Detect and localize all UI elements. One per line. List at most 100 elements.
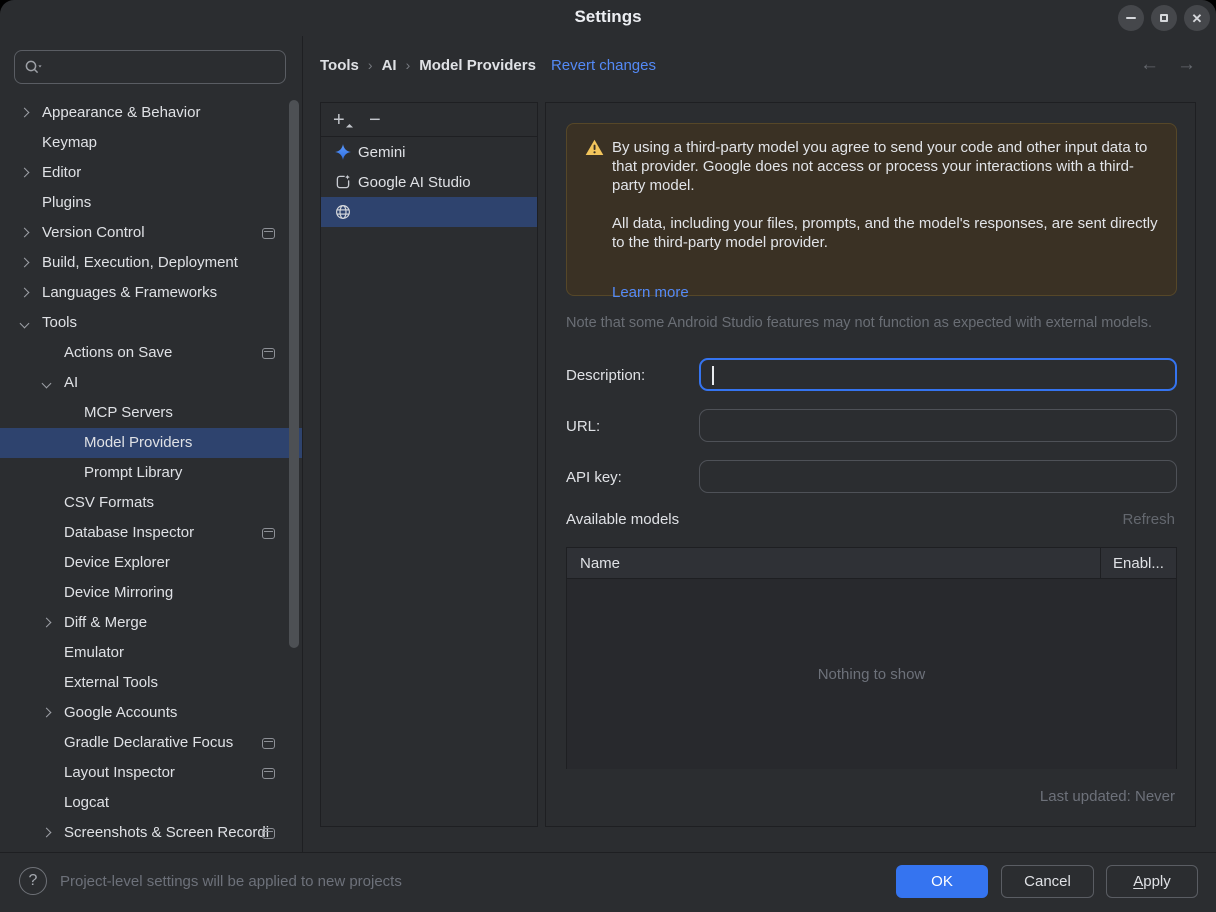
project-settings-badge-icon [262, 768, 275, 779]
warning-paragraph-1: By using a third-party model you agree t… [612, 138, 1167, 195]
sidebar-item-label: Editor [42, 164, 81, 181]
sidebar-item-device-explorer[interactable]: Device Explorer [0, 548, 303, 578]
empty-state-text: Nothing to show [818, 666, 926, 683]
search-input[interactable] [46, 59, 285, 75]
sidebar-item-prompt-library[interactable]: Prompt Library [0, 458, 303, 488]
sidebar-item-label: MCP Servers [84, 404, 173, 421]
settings-search[interactable] [14, 50, 286, 84]
provider-label: Google AI Studio [358, 174, 471, 191]
sidebar-item-mcp-servers[interactable]: MCP Servers [0, 398, 303, 428]
forward-arrow-icon[interactable]: → [1177, 54, 1196, 76]
sidebar-item-build-execution-deployment[interactable]: Build, Execution, Deployment [0, 248, 303, 278]
column-header-name[interactable]: Name [567, 548, 1100, 578]
models-table-header: Name Enabl... [567, 548, 1176, 579]
sidebar-item-version-control[interactable]: Version Control [0, 218, 303, 248]
sidebar-item-tools[interactable]: Tools [0, 308, 303, 338]
sidebar-item-label: Languages & Frameworks [42, 284, 217, 301]
maximize-button[interactable] [1151, 5, 1177, 31]
sidebar-item-layout-inspector[interactable]: Layout Inspector [0, 758, 303, 788]
breadcrumb-tools[interactable]: Tools [320, 57, 359, 74]
project-settings-badge-icon [262, 348, 275, 359]
description-input[interactable] [699, 358, 1177, 391]
sidebar-item-actions-on-save[interactable]: Actions on Save [0, 338, 303, 368]
add-provider-button[interactable]: + [333, 110, 355, 130]
available-models-label: Available models [566, 511, 679, 528]
learn-more-link[interactable]: Learn more [612, 284, 689, 301]
sidebar-item-editor[interactable]: Editor [0, 158, 303, 188]
cancel-button[interactable]: Cancel [1001, 865, 1094, 898]
close-icon: ✕ [1192, 12, 1203, 25]
sidebar-item-google-accounts[interactable]: Google Accounts [0, 698, 303, 728]
apply-button[interactable]: Apply [1106, 865, 1198, 898]
url-label: URL: [566, 418, 600, 435]
provider-detail-panel: By using a third-party model you agree t… [545, 102, 1196, 827]
project-settings-badge-icon [262, 828, 275, 839]
sidebar-item-plugins[interactable]: Plugins [0, 188, 303, 218]
sidebar-item-label: Plugins [42, 194, 91, 211]
column-header-enabled[interactable]: Enabl... [1100, 548, 1176, 578]
warning-icon [585, 139, 604, 161]
project-settings-badge-icon [262, 528, 275, 539]
sidebar-item-gradle-declarative-focus[interactable]: Gradle Declarative Focus [0, 728, 303, 758]
dialog-footer: ? Project-level settings will be applied… [0, 852, 1216, 912]
back-arrow-icon[interactable]: ← [1140, 54, 1159, 76]
sidebar-item-label: AI [64, 374, 78, 391]
sidebar-item-label: Emulator [64, 644, 124, 661]
sidebar-item-label: Keymap [42, 134, 97, 151]
minimize-button[interactable] [1118, 5, 1144, 31]
sidebar-item-label: CSV Formats [64, 494, 154, 511]
close-button[interactable]: ✕ [1184, 5, 1210, 31]
chevron-down-icon [42, 379, 52, 389]
third-party-warning-banner: By using a third-party model you agree t… [566, 123, 1177, 296]
gemini-sparkle-icon [333, 143, 352, 162]
breadcrumb-model-providers[interactable]: Model Providers [419, 57, 536, 74]
revert-changes-link[interactable]: Revert changes [551, 57, 656, 74]
sidebar-scrollbar[interactable] [289, 100, 299, 648]
sidebar-item-database-inspector[interactable]: Database Inspector [0, 518, 303, 548]
sidebar-item-keymap[interactable]: Keymap [0, 128, 303, 158]
history-nav: ← → [1140, 54, 1210, 76]
ok-button[interactable]: OK [896, 865, 988, 898]
sidebar-item-ai[interactable]: AI [0, 368, 303, 398]
sidebar-item-label: Gradle Declarative Focus [64, 734, 233, 751]
provider-item-gemini[interactable]: Gemini [321, 137, 537, 167]
sidebar-item-label: Device Explorer [64, 554, 170, 571]
help-button[interactable]: ? [19, 867, 47, 895]
footer-message: Project-level settings will be applied t… [60, 873, 402, 890]
sidebar-item-label: Logcat [64, 794, 109, 811]
settings-sidebar: Appearance & Behavior Keymap Editor Plug… [0, 36, 303, 852]
sidebar-item-appearance-behavior[interactable]: Appearance & Behavior [0, 98, 303, 128]
sidebar-item-csv-formats[interactable]: CSV Formats [0, 488, 303, 518]
external-models-note: Note that some Android Studio features m… [566, 315, 1152, 331]
warning-paragraph-2: All data, including your files, prompts,… [612, 214, 1167, 252]
chevron-right-icon [20, 258, 30, 268]
chevron-right-icon [20, 228, 30, 238]
refresh-button[interactable]: Refresh [1122, 511, 1175, 528]
breadcrumb-ai[interactable]: AI [382, 57, 397, 74]
remove-provider-button[interactable]: − [369, 110, 391, 130]
chevron-right-icon [42, 708, 52, 718]
sidebar-item-device-mirroring[interactable]: Device Mirroring [0, 578, 303, 608]
sidebar-item-label: Google Accounts [64, 704, 177, 721]
sidebar-item-label: Database Inspector [64, 524, 194, 541]
sidebar-item-screenshots-screen-recording[interactable]: Screenshots & Screen Recordi [0, 818, 303, 848]
url-input[interactable] [699, 409, 1177, 442]
sidebar-item-languages-frameworks[interactable]: Languages & Frameworks [0, 278, 303, 308]
provider-label: Gemini [358, 144, 406, 161]
sidebar-item-diff-merge[interactable]: Diff & Merge [0, 608, 303, 638]
sidebar-item-logcat[interactable]: Logcat [0, 788, 303, 818]
sidebar-item-emulator[interactable]: Emulator [0, 638, 303, 668]
chevron-right-icon [20, 108, 30, 118]
sidebar-item-label: Version Control [42, 224, 145, 241]
provider-item-new[interactable] [321, 197, 537, 227]
window-title: Settings [0, 7, 1216, 27]
maximize-icon [1160, 14, 1168, 22]
api-key-input[interactable] [699, 460, 1177, 493]
sidebar-item-model-providers[interactable]: Model Providers [0, 428, 303, 458]
sidebar-item-label: Device Mirroring [64, 584, 173, 601]
provider-item-google-ai-studio[interactable]: Google AI Studio [321, 167, 537, 197]
project-settings-badge-icon [262, 228, 275, 239]
sidebar-item-label: Diff & Merge [64, 614, 147, 631]
sidebar-item-external-tools[interactable]: External Tools [0, 668, 303, 698]
chevron-right-icon [20, 288, 30, 298]
